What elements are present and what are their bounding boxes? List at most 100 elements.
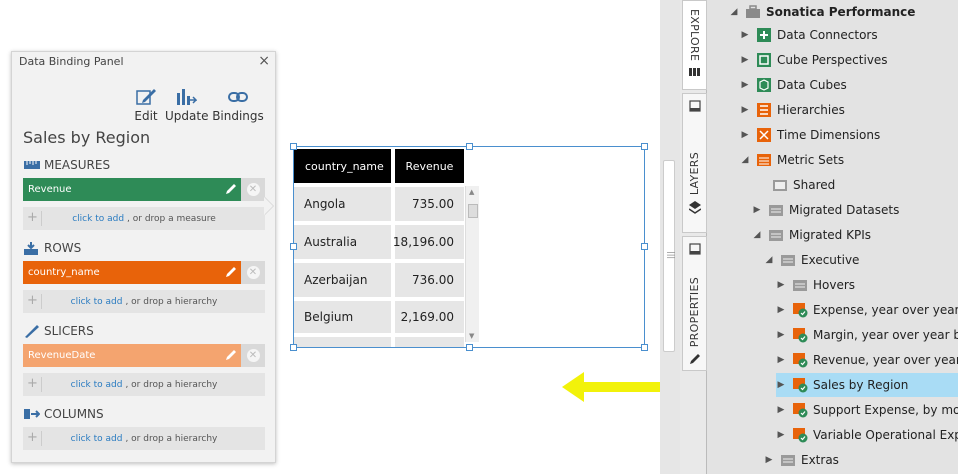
scrollbar-thumb[interactable] (468, 204, 478, 218)
tree-node-hovers[interactable]: ▶ Hovers (776, 273, 856, 297)
panel-close-button[interactable]: × (258, 53, 270, 69)
scroll-down-icon[interactable]: ▼ (469, 332, 474, 340)
resize-handle[interactable] (641, 143, 648, 150)
edit-button[interactable]: Edit (133, 87, 159, 123)
tree-node-expense[interactable]: ▶ Expense, year over year by r (776, 298, 958, 322)
tree-node-time-dimensions[interactable]: ▶ Time Dimensions (740, 123, 880, 147)
resize-handle[interactable] (290, 243, 297, 250)
tree-node-extras[interactable]: ▶ Extras (764, 448, 839, 472)
panel-title: Data Binding Panel (19, 55, 124, 68)
metric-check-icon (793, 328, 808, 343)
folder-icon (781, 255, 795, 266)
remove-slicer-button[interactable]: ✕ (241, 344, 265, 367)
layers-icon (688, 201, 701, 215)
slicer-icon (25, 325, 39, 338)
folder-icon (773, 180, 787, 191)
expand-icon: ▶ (741, 130, 749, 140)
resize-handle[interactable] (641, 243, 648, 250)
tree-node-executive[interactable]: ◢ Executive (764, 248, 860, 272)
table-cell-country: Australia (294, 225, 391, 259)
scroll-up-icon[interactable]: ▲ (469, 188, 474, 196)
click-to-add-link[interactable]: click to add (72, 214, 124, 224)
tree-node-migrated-kpis[interactable]: ◢ Migrated KPIs (752, 223, 871, 247)
edit-icon (136, 89, 156, 105)
bindings-button[interactable]: Bindings (212, 87, 264, 123)
table-cell-country: Angola (294, 187, 391, 221)
pencil-icon[interactable] (224, 265, 238, 279)
tree-node-margin[interactable]: ▶ Margin, year over year by r (776, 323, 958, 347)
column-header-revenue[interactable]: Revenue (395, 149, 464, 183)
metric-set-icon (757, 154, 771, 166)
remove-row-button[interactable]: ✕ (241, 261, 265, 284)
plus-icon: + (27, 377, 42, 392)
resize-handle[interactable] (466, 143, 473, 150)
expand-icon: ▶ (777, 405, 785, 415)
column-header-country-name[interactable]: country_name (294, 149, 391, 183)
plus-icon: + (27, 431, 42, 446)
tab-layers[interactable]: LAYERS (682, 93, 707, 233)
tree-node-migrated-datasets[interactable]: ▶ Migrated Datasets (752, 198, 900, 222)
table-scrollbar[interactable]: ▲ ▼ (465, 186, 479, 342)
expand-icon: ▶ (777, 280, 785, 290)
slicer-item-revenuedate[interactable]: RevenueDate ✕ (23, 344, 265, 367)
close-icon: ✕ (246, 183, 260, 196)
resize-handle[interactable] (290, 143, 297, 150)
table-widget[interactable]: country_name Revenue Angola 735.00 Austr… (290, 143, 648, 351)
expand-icon: ▶ (777, 430, 785, 440)
resize-handle[interactable] (641, 344, 648, 351)
tree-node-sales-by-region[interactable]: ▶ Sales by Region (776, 373, 958, 397)
bindings-label: Bindings (212, 109, 264, 123)
update-button[interactable]: Update (165, 87, 208, 123)
close-icon: ✕ (246, 349, 260, 362)
plus-icon: + (27, 294, 42, 309)
slicers-section-label: SLICERS (24, 324, 94, 338)
folder-icon (769, 230, 783, 241)
slicer-drop-zone[interactable]: + click to add , or drop a hierarchy (23, 373, 265, 396)
remove-measure-button[interactable]: ✕ (241, 178, 265, 201)
column-drop-zone[interactable]: + click to add , or drop a hierarchy (23, 427, 265, 450)
click-to-add-link[interactable]: click to add (71, 380, 123, 390)
tree-node-hierarchies[interactable]: ▶ Hierarchies (740, 98, 845, 122)
tree-node-metric-sets[interactable]: ◢ Metric Sets (740, 148, 845, 172)
tree-node-variable-opex[interactable]: ▶ Variable Operational Expens (776, 423, 958, 447)
cube-perspective-icon (757, 53, 771, 67)
click-to-add-link[interactable]: click to add (71, 297, 123, 307)
table-cell-revenue: 2,169.00 (395, 301, 464, 333)
click-to-add-link[interactable]: click to add (71, 434, 123, 444)
tab-explore[interactable]: EXPLORE (682, 0, 707, 90)
hierarchy-icon (757, 103, 771, 117)
explore-tree: ◢ Sonatica Performance ▶ Data Connectors… (707, 0, 958, 474)
tree-node-support-expense[interactable]: ▶ Support Expense, by month (776, 398, 958, 422)
folder-icon (793, 280, 807, 291)
row-drop-zone[interactable]: + click to add , or drop a hierarchy (23, 290, 265, 313)
table-cell-revenue: 18,196.00 (393, 225, 464, 259)
tree-node-revenue[interactable]: ▶ Revenue, year over year by (776, 348, 958, 372)
data-binding-panel: Data Binding Panel × Edit Update Binding… (11, 51, 276, 463)
pencil-icon[interactable] (224, 348, 238, 362)
panel-splitter[interactable]: ||| (660, 0, 680, 474)
folder-icon (769, 205, 783, 216)
metric-check-icon (793, 353, 808, 368)
table-cell-partial (395, 337, 464, 347)
edit-label: Edit (134, 109, 158, 123)
resize-handle[interactable] (290, 344, 297, 351)
tree-node-shared[interactable]: Shared (756, 173, 835, 197)
tree-node-root[interactable]: ◢ Sonatica Performance (729, 0, 916, 24)
side-tab-strip: EXPLORE LAYERS PROPERTIES (680, 0, 707, 474)
row-item-country-name[interactable]: country_name ✕ (23, 261, 265, 284)
time-dimension-icon (757, 128, 771, 142)
tree-node-data-cubes[interactable]: ▶ Data Cubes (740, 73, 847, 97)
splitter-grip[interactable]: ||| (663, 160, 676, 352)
pencil-icon[interactable] (224, 182, 238, 196)
tree-node-data-connectors[interactable]: ▶ Data Connectors (740, 23, 878, 47)
dashboard-canvas: Data Binding Panel × Edit Update Binding… (0, 0, 660, 474)
table-cell-revenue: 735.00 (395, 187, 464, 221)
link-icon (228, 92, 248, 102)
tree-node-cube-perspectives[interactable]: ▶ Cube Perspectives (740, 48, 888, 72)
database-icon (688, 68, 700, 77)
measure-item-revenue[interactable]: Revenue ✕ (23, 178, 265, 201)
measure-drop-zone[interactable]: + click to add , or drop a measure (23, 207, 265, 230)
metric-check-icon (793, 403, 808, 418)
tab-properties[interactable]: PROPERTIES (682, 236, 707, 371)
resize-handle[interactable] (466, 344, 473, 351)
